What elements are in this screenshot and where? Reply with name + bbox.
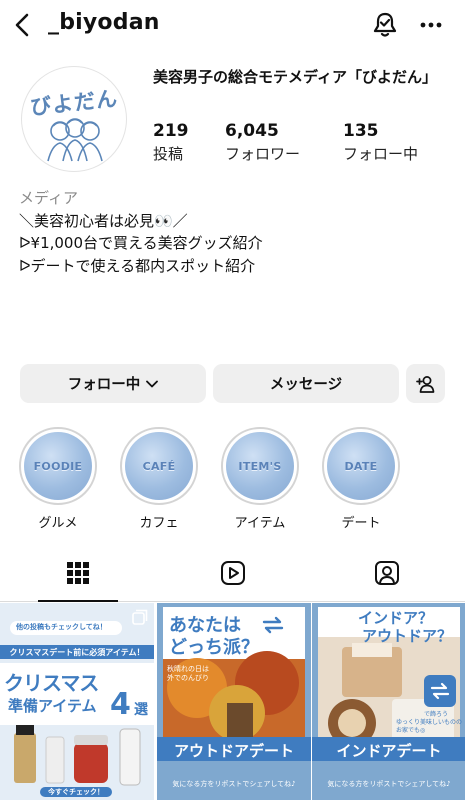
reels-icon[interactable] xyxy=(218,558,248,588)
post-tile[interactable]: インドア？ アウトドア？ で飾ろう ゆっくり美味しいものの お家でも◎ インドアデ… xyxy=(312,603,465,800)
highlight-items[interactable]: ITEM'S アイテム xyxy=(221,427,299,531)
post-tile[interactable]: 他の投稿もチェックしてね！ クリスマスデート前に必須アイテム！ クリスマス 準備… xyxy=(0,603,154,800)
stat-value: 6,045 xyxy=(225,121,279,141)
post-headline-line2: アウトドア？ xyxy=(362,627,453,645)
post-banner: クリスマスデート前に必須アイテム！ xyxy=(9,648,145,657)
message-button[interactable]: メッセージ xyxy=(213,364,399,403)
post-footer: 気になる方をリポストでシェアしてね♪ xyxy=(327,780,451,788)
swap-arrows-icon xyxy=(424,675,456,707)
stat-value: 135 xyxy=(343,121,379,141)
chevron-left-icon[interactable] xyxy=(8,10,36,40)
username: _biyodan xyxy=(48,10,160,35)
chevron-down-icon xyxy=(146,380,159,388)
post-photo-note-line: お家でも◎ xyxy=(396,727,426,734)
swap-arrows-icon xyxy=(261,615,285,639)
bell-check-icon[interactable] xyxy=(370,10,400,40)
stat-label: フォロー中 xyxy=(343,145,419,163)
highlight-cover-text: FOODIE xyxy=(33,459,83,473)
highlight-cafe[interactable]: CAFÉ カフェ xyxy=(120,427,198,531)
following-button-label: フォロー中 xyxy=(67,377,141,393)
stat-label: フォロワー xyxy=(225,145,301,163)
post-footer: 気になる方をリポストでシェアしてね♪ xyxy=(172,780,296,788)
avatar-illustration xyxy=(47,118,103,162)
profile-category: メディア xyxy=(19,189,78,207)
highlight-label: カフェ xyxy=(139,516,179,531)
post-top-note: 他の投稿もチェックしてね！ xyxy=(16,623,107,631)
profile-tabs xyxy=(0,548,465,602)
grid-icon[interactable] xyxy=(63,558,93,588)
highlight-cover: CAFÉ xyxy=(125,432,193,500)
highlight-label: アイテム xyxy=(234,516,286,531)
highlight-cover: ITEM'S xyxy=(226,432,294,500)
profile-display-name: 美容男子の総合モテメディア「びよだん」 xyxy=(153,68,437,86)
tagged-icon[interactable] xyxy=(372,558,402,588)
stat-value: 219 xyxy=(153,121,189,141)
message-button-label: メッセージ xyxy=(269,377,343,393)
stat-posts[interactable]: 219 投稿 xyxy=(153,120,189,165)
bio-line: ＼美容初心者は必見👀／ xyxy=(19,211,188,230)
post-headline-line2: どっち派？ xyxy=(169,637,259,658)
stat-followers[interactable]: 6,045 フォロワー xyxy=(225,120,300,165)
post-photo-note: ゆっくり美味しいものの お家でも◎ xyxy=(396,719,462,735)
carousel-icon xyxy=(289,609,305,625)
highlight-ring: DATE xyxy=(322,427,400,505)
highlight-label: デート xyxy=(341,516,381,531)
highlight-cover: DATE xyxy=(327,432,395,500)
avatar[interactable]: びよだん xyxy=(21,66,127,172)
highlight-date[interactable]: DATE デート xyxy=(322,427,400,531)
post-photo-note-line: 秋晴れの日は xyxy=(167,665,209,673)
highlight-cover-text: DATE xyxy=(344,459,378,473)
post-tile[interactable]: あなたは どっち派？ 秋晴れの日は 外でのんびり アウトドアデート 気になる方をリ… xyxy=(157,603,311,800)
ellipsis-icon[interactable] xyxy=(416,10,446,40)
bio-line: ᐅデートで使える都内スポット紹介 xyxy=(19,256,256,275)
highlight-cover: FOODIE xyxy=(24,432,92,500)
bio: メディア ＼美容初心者は必見👀／ ᐅ¥1,000台で買える美容グッズ紹介 ᐅデー… xyxy=(19,187,449,277)
highlight-ring: CAFÉ xyxy=(120,427,198,505)
highlight-ring: ITEM'S xyxy=(221,427,299,505)
person-plus-icon xyxy=(415,375,436,393)
highlight-cover-text: ITEM'S xyxy=(238,459,282,473)
post-title-line2: 準備アイテム xyxy=(8,697,97,715)
post-title: アウトドアデート xyxy=(173,742,294,760)
stat-following[interactable]: 135 フォロー中 xyxy=(343,120,418,165)
post-photo-note-line: ゆっくり美味しいものの xyxy=(396,719,463,726)
post-title: インドアデート xyxy=(336,742,442,760)
highlight-label: グルメ xyxy=(38,516,78,531)
stat-label: 投稿 xyxy=(153,145,184,163)
carousel-icon xyxy=(132,609,148,625)
post-title-line1: クリスマス xyxy=(4,671,99,695)
highlight-cover-text: CAFÉ xyxy=(142,459,176,473)
post-count-suffix: 選 xyxy=(134,702,148,718)
highlight-ring: FOODIE xyxy=(19,427,97,505)
post-cta: 今すぐチェック！ xyxy=(48,788,104,796)
post-photo-note: 秋晴れの日は 外でのんびり xyxy=(167,665,209,683)
following-button[interactable]: フォロー中 xyxy=(20,364,206,403)
bio-line: ᐅ¥1,000台で買える美容グッズ紹介 xyxy=(19,234,263,252)
post-badge: で飾ろう xyxy=(424,711,449,718)
post-count: 4 xyxy=(110,687,131,722)
top-bar: _biyodan xyxy=(0,0,465,50)
highlight-gourmet[interactable]: FOODIE グルメ xyxy=(19,427,97,531)
add-person-button[interactable] xyxy=(406,364,445,403)
active-tab-indicator xyxy=(38,600,118,602)
post-photo-note-line: 外でのんびり xyxy=(167,674,209,682)
